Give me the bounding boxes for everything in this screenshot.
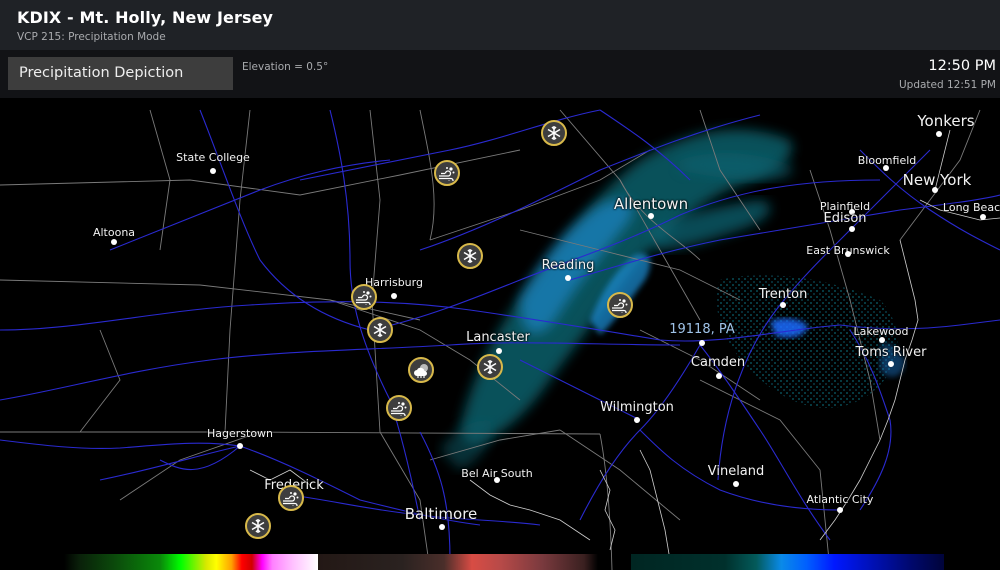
- city-label[interactable]: Toms River: [856, 345, 927, 360]
- city-label[interactable]: State College: [176, 151, 250, 164]
- county-segment: [559, 429, 681, 521]
- blowing-snow-icon[interactable]: [434, 160, 460, 186]
- roads-segment: [159, 445, 241, 471]
- city-marker[interactable]: [210, 168, 216, 174]
- county-segment: [0, 431, 601, 435]
- snowflake-icon[interactable]: [245, 513, 271, 539]
- roads-segment: [199, 109, 371, 331]
- roads-segment: [579, 344, 701, 521]
- city-marker[interactable]: [780, 302, 786, 308]
- city-label[interactable]: New York: [903, 171, 972, 189]
- city-marker[interactable]: [980, 214, 986, 220]
- snowflake-icon[interactable]: [477, 354, 503, 380]
- legend-mix-scale: [318, 554, 598, 570]
- county-segment: [369, 109, 381, 433]
- radar-station-title: KDIX - Mt. Holly, New Jersey: [17, 8, 274, 27]
- vcp-mode-subtitle: VCP 215: Precipitation Mode: [17, 31, 166, 43]
- city-label[interactable]: Baltimore: [405, 505, 478, 523]
- city-marker[interactable]: [716, 373, 722, 379]
- city-label[interactable]: Hagerstown: [207, 427, 273, 440]
- city-marker[interactable]: [845, 251, 851, 257]
- city-label[interactable]: Edison: [823, 211, 866, 226]
- city-label[interactable]: Harrisburg: [365, 276, 423, 289]
- blowing-snow-icon[interactable]: [278, 485, 304, 511]
- snowflake-icon[interactable]: [457, 243, 483, 269]
- city-marker[interactable]: [648, 213, 654, 219]
- coast-segment: [639, 449, 671, 561]
- roads-segment: [0, 439, 241, 449]
- city-label[interactable]: Lancaster: [466, 330, 530, 345]
- city-label[interactable]: Atlantic City: [807, 493, 874, 506]
- legend-rain-scale: [64, 554, 319, 570]
- county-segment: [419, 109, 435, 241]
- city-marker[interactable]: [888, 361, 894, 367]
- legend-snow-scale: [631, 554, 944, 570]
- city-marker[interactable]: [439, 524, 445, 530]
- city-marker[interactable]: [733, 481, 739, 487]
- coast-segment: [469, 479, 591, 541]
- city-label[interactable]: Altoona: [93, 226, 135, 239]
- updated-time: Updated 12:51 PM: [898, 79, 996, 91]
- city-marker[interactable]: [883, 165, 889, 171]
- city-label[interactable]: Trenton: [759, 287, 808, 302]
- city-marker[interactable]: [879, 337, 885, 343]
- city-marker[interactable]: [634, 417, 640, 423]
- radar-echoes: [440, 129, 905, 470]
- city-label[interactable]: Vineland: [708, 464, 765, 479]
- city-marker[interactable]: [699, 340, 705, 346]
- city-label[interactable]: Yonkers: [917, 112, 974, 130]
- snowflake-icon[interactable]: [541, 120, 567, 146]
- city-marker[interactable]: [837, 507, 843, 513]
- city-label[interactable]: Camden: [691, 355, 745, 370]
- roads-segment: [99, 445, 241, 481]
- city-marker[interactable]: [111, 239, 117, 245]
- precipitation-depiction-button[interactable]: Precipitation Depiction: [8, 57, 233, 90]
- roads-segment: [0, 342, 681, 401]
- city-label[interactable]: Wilmington: [600, 400, 674, 415]
- radar-time: 12:50 PM: [928, 58, 996, 74]
- app-header: KDIX - Mt. Holly, New Jersey VCP 215: Pr…: [0, 0, 1000, 50]
- city-marker[interactable]: [565, 275, 571, 281]
- blowing-snow-icon[interactable]: [607, 292, 633, 318]
- county-segment: [149, 109, 171, 251]
- city-label[interactable]: 19118, PA: [669, 322, 735, 337]
- city-marker[interactable]: [932, 187, 938, 193]
- city-marker[interactable]: [237, 443, 243, 449]
- city-marker[interactable]: [936, 131, 942, 137]
- elevation-label: Elevation = 0.5°: [242, 61, 329, 73]
- county-segment: [79, 329, 121, 433]
- city-marker[interactable]: [494, 477, 500, 483]
- coast-segment: [599, 469, 616, 551]
- snowflake-icon[interactable]: [367, 317, 393, 343]
- city-marker[interactable]: [496, 348, 502, 354]
- city-label[interactable]: Allentown: [614, 195, 688, 213]
- city-marker[interactable]: [849, 226, 855, 232]
- radar-map[interactable]: Yonkers Bloomfield New York Plainfield Ediso…: [0, 98, 1000, 570]
- city-marker[interactable]: [391, 293, 397, 299]
- roads-segment: [109, 159, 391, 251]
- city-label[interactable]: Reading: [542, 258, 595, 273]
- cloud-snow-icon[interactable]: [408, 357, 434, 383]
- city-label[interactable]: Long Beach: [943, 201, 1000, 214]
- blowing-snow-icon[interactable]: [386, 395, 412, 421]
- blowing-snow-icon[interactable]: [351, 284, 377, 310]
